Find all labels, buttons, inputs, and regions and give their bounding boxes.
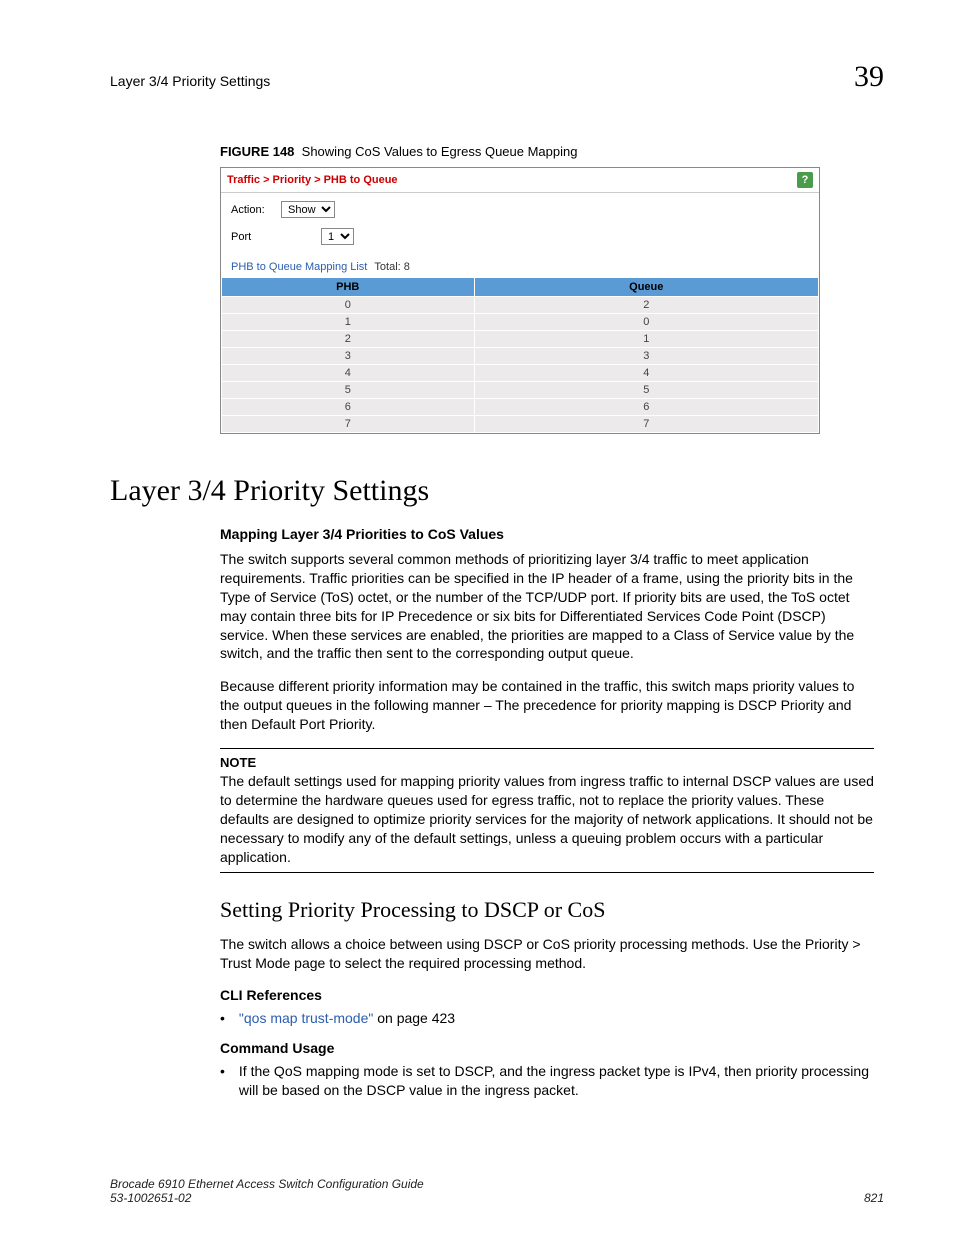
table-row: 44 [222, 365, 819, 382]
note-label: NOTE [220, 755, 874, 770]
action-select[interactable]: Show [281, 201, 335, 218]
port-label: Port [231, 231, 311, 243]
subheading-mapping: Mapping Layer 3/4 Priorities to CoS Valu… [220, 526, 874, 542]
table-row: 33 [222, 348, 819, 365]
section-heading: Layer 3/4 Priority Settings [110, 474, 884, 508]
subsection-heading: Setting Priority Processing to DSCP or C… [220, 897, 884, 923]
bullet-icon: • [220, 1009, 225, 1028]
figure-caption: FIGURE 148 Showing CoS Values to Egress … [220, 144, 884, 159]
chapter-number: 39 [854, 60, 884, 94]
help-icon[interactable]: ? [797, 172, 813, 188]
figure-label: FIGURE 148 [220, 144, 294, 159]
figure-caption-text: Showing CoS Values to Egress Queue Mappi… [302, 144, 578, 159]
command-usage-heading: Command Usage [220, 1040, 874, 1056]
note-body: The default settings used for mapping pr… [220, 772, 874, 866]
page-footer: Brocade 6910 Ethernet Access Switch Conf… [110, 1177, 884, 1205]
bullet-icon: • [220, 1062, 225, 1100]
command-usage-item: If the QoS mapping mode is set to DSCP, … [239, 1062, 874, 1100]
table-row: 02 [222, 297, 819, 314]
cli-references-heading: CLI References [220, 987, 874, 1003]
table-row: 10 [222, 314, 819, 331]
paragraph: The switch supports several common metho… [220, 550, 874, 663]
footer-doc-number: 53-1002651-02 [110, 1191, 424, 1205]
col-queue: Queue [474, 278, 818, 297]
paragraph: The switch allows a choice between using… [220, 935, 874, 973]
paragraph: Because different priority information m… [220, 677, 874, 734]
footer-book-title: Brocade 6910 Ethernet Access Switch Conf… [110, 1177, 424, 1191]
action-label: Action: [231, 204, 271, 216]
table-row: 77 [222, 416, 819, 433]
cli-link[interactable]: "qos map trust-mode" [239, 1010, 373, 1026]
note-rule-top [220, 748, 874, 749]
phb-queue-table: PHB Queue 02 10 21 33 44 55 66 77 [221, 277, 819, 433]
page-number: 821 [864, 1191, 884, 1205]
note-rule-bottom [220, 872, 874, 873]
table-row: 21 [222, 331, 819, 348]
breadcrumb: Traffic > Priority > PHB to Queue [227, 174, 398, 186]
col-phb: PHB [222, 278, 475, 297]
cli-reference-item: "qos map trust-mode" on page 423 [239, 1009, 874, 1028]
embedded-screenshot: Traffic > Priority > PHB to Queue ? Acti… [220, 167, 820, 434]
mapping-list-title: PHB to Queue Mapping List Total: 8 [221, 261, 819, 277]
table-row: 66 [222, 399, 819, 416]
port-select[interactable]: 1 [321, 228, 354, 245]
running-header: Layer 3/4 Priority Settings [110, 73, 270, 89]
table-row: 55 [222, 382, 819, 399]
